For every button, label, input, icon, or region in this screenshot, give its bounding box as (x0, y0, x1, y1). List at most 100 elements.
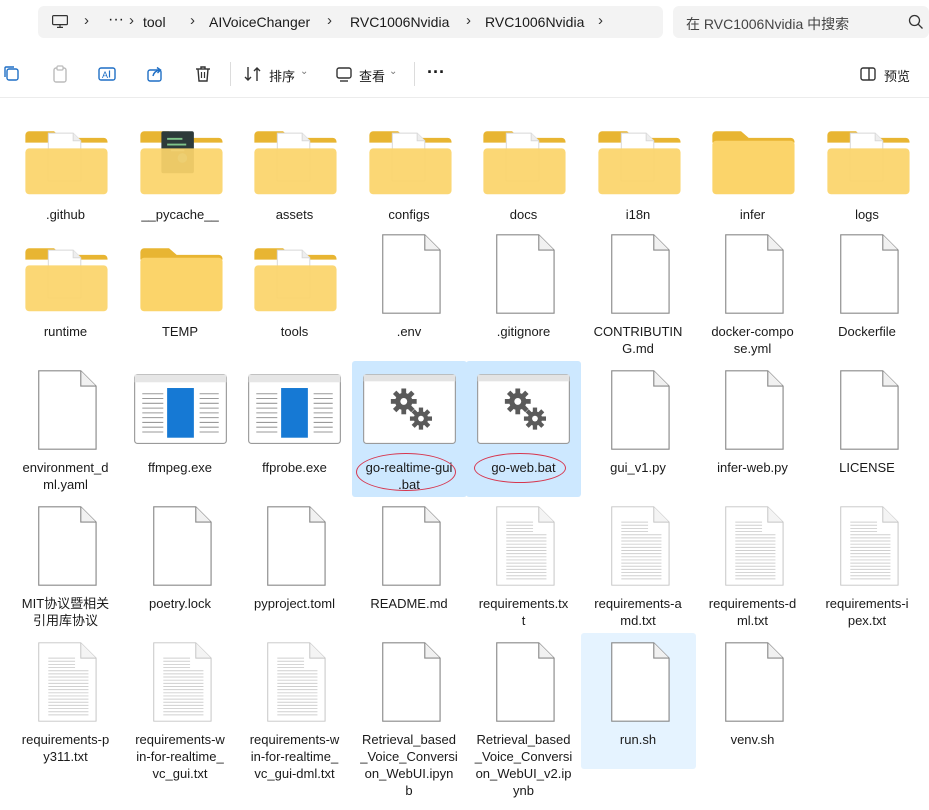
file-item[interactable]: go-web.bat (466, 361, 581, 497)
file-item[interactable]: poetry.lock (123, 497, 238, 633)
file-item[interactable]: MIT协议暨相关 引用库协议 (8, 497, 123, 633)
file-item[interactable]: LICENSE (810, 361, 925, 497)
folder-item[interactable]: assets (237, 108, 352, 228)
file-item[interactable]: README.md (352, 497, 467, 633)
folder-icon (254, 248, 337, 312)
file-name-label: run.sh (619, 732, 657, 747)
file-item[interactable]: pyproject.toml (237, 497, 352, 633)
file-item[interactable]: ffmpeg.exe (123, 361, 238, 497)
file-icon (725, 370, 784, 450)
file-item[interactable]: ffprobe.exe (237, 361, 352, 497)
file-name-label: i18n (625, 207, 651, 222)
file-icon (839, 234, 899, 314)
sort-button[interactable]: 排序 (269, 66, 295, 85)
file-name-label: requirements-i pex.txt (825, 596, 909, 628)
folder-item[interactable]: tools (237, 225, 352, 345)
preview-pane-icon[interactable] (858, 64, 878, 84)
file-grid: .github __pycache__ assets configs docs … (8, 108, 923, 808)
breadcrumb-rvc1006nvidia-current[interactable]: RVC1006Nvidia (485, 14, 584, 30)
file-item[interactable]: docker-compo se.yml (695, 225, 810, 356)
file-item[interactable]: Retrieval_based _Voice_Conversi on_WebUI… (352, 633, 467, 798)
file-item[interactable]: requirements.tx t (466, 497, 581, 633)
file-name-label: requirements-p y311.txt (21, 732, 110, 764)
chevron-right-icon[interactable]: › (598, 12, 603, 29)
file-item[interactable]: requirements-p y311.txt (8, 633, 123, 769)
paste-icon[interactable] (50, 64, 70, 84)
file-item[interactable]: requirements-a md.txt (581, 497, 696, 633)
file-item[interactable]: environment_d ml.yaml (8, 361, 123, 497)
file-icon (38, 506, 97, 586)
file-name-label: runtime (43, 324, 88, 339)
search-box[interactable]: 在 RVC1006Nvidia 中搜索 (673, 6, 929, 38)
file-name-label: LICENSE (839, 460, 895, 475)
file-name-label: __pycache__ (141, 207, 219, 222)
chevron-right-icon: › (327, 12, 332, 29)
breadcrumb-rvc1006nvidia[interactable]: RVC1006Nvidia (350, 14, 449, 30)
search-input[interactable]: 在 RVC1006Nvidia 中搜索 (686, 14, 849, 34)
file-name-label: infer (739, 207, 766, 222)
delete-icon[interactable] (193, 64, 213, 84)
file-item[interactable]: run.sh (580, 633, 696, 769)
folder-icon (25, 248, 108, 312)
file-item[interactable]: infer-web.py (695, 361, 810, 497)
copy-icon[interactable] (2, 64, 22, 84)
breadcrumb[interactable]: › ··· › tool › AIVoiceChanger › RVC1006N… (38, 6, 663, 38)
folder-icon (254, 131, 337, 195)
folder-item[interactable]: .github (8, 108, 123, 228)
file-icon (381, 234, 441, 314)
file-icon (496, 642, 555, 722)
breadcrumb-aivoicechanger[interactable]: AIVoiceChanger (209, 14, 310, 30)
file-icon (839, 370, 899, 450)
chevron-down-icon: ⌄ (300, 66, 309, 77)
folder-item[interactable]: configs (352, 108, 467, 228)
file-item[interactable]: requirements-w in-for-realtime_ vc_gui.t… (123, 633, 238, 781)
svg-text:A: A (102, 70, 108, 80)
folder-item[interactable]: infer (695, 108, 810, 228)
folder-item[interactable]: TEMP (123, 225, 238, 345)
file-name-label: .github (45, 207, 86, 222)
this-pc-icon[interactable] (52, 15, 68, 28)
rename-icon[interactable]: A (97, 64, 117, 84)
file-icon (496, 234, 555, 314)
file-name-label: docker-compo se.yml (711, 324, 794, 356)
file-name-label: infer-web.py (717, 460, 788, 475)
folder-item[interactable]: __pycache__ (123, 108, 238, 228)
file-item[interactable]: go-realtime-gui .bat (351, 361, 467, 497)
file-item[interactable]: requirements-i pex.txt (810, 497, 925, 633)
folder-item[interactable]: docs (466, 108, 581, 228)
file-item[interactable]: gui_v1.py (581, 361, 696, 497)
folder-item[interactable]: runtime (8, 225, 123, 345)
preview-button[interactable]: 预览 (884, 66, 910, 85)
file-item[interactable]: CONTRIBUTIN G.md (581, 225, 696, 356)
breadcrumb-tool[interactable]: tool (143, 14, 166, 30)
more-options-button[interactable]: ··· (427, 62, 445, 83)
file-name-label: README.md (370, 596, 448, 611)
folder-item[interactable]: i18n (581, 108, 696, 228)
file-item[interactable]: Dockerfile (810, 225, 925, 345)
file-item[interactable]: .gitignore (466, 225, 581, 345)
file-item[interactable]: requirements-d ml.txt (695, 497, 810, 633)
folder-icon (25, 131, 108, 195)
text-file-icon (267, 642, 326, 722)
file-item[interactable]: requirements-w in-for-realtime_ vc_gui-d… (237, 633, 352, 781)
share-icon[interactable] (145, 64, 165, 84)
file-name-label: assets (275, 207, 314, 222)
annotation-oval (474, 453, 566, 483)
folder-item[interactable]: logs (810, 108, 925, 228)
file-item[interactable]: venv.sh (695, 633, 810, 769)
file-item[interactable]: Retrieval_based _Voice_Conversi on_WebUI… (466, 633, 581, 798)
text-file-icon (725, 506, 784, 586)
file-icon (725, 234, 784, 314)
breadcrumb-overflow[interactable]: ··· (108, 11, 124, 29)
file-name-label: configs (388, 207, 430, 222)
view-button[interactable]: 查看 (359, 66, 385, 85)
file-name-label: ffmpeg.exe (147, 460, 213, 475)
folder-icon (826, 131, 910, 195)
file-name-label: poetry.lock (149, 596, 211, 611)
file-item[interactable]: .env (352, 225, 467, 345)
file-name-label: TEMP (161, 324, 199, 339)
sort-icon[interactable] (243, 64, 263, 84)
view-icon[interactable] (334, 64, 354, 84)
folder-icon (712, 131, 795, 195)
search-icon[interactable] (908, 14, 924, 30)
